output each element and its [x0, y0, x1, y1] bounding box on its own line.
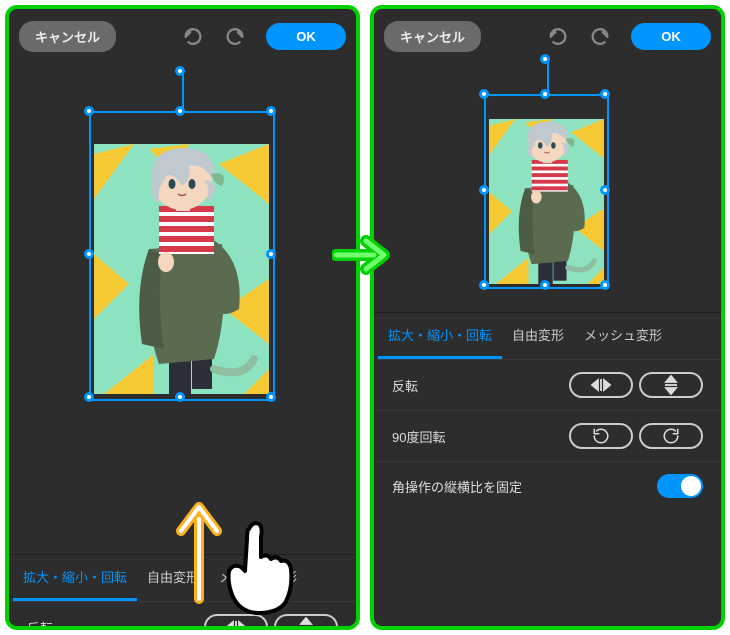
handle-top-right[interactable]: [266, 106, 276, 116]
flip-horizontal-button[interactable]: [569, 372, 633, 398]
rotate90-label: 90度回転: [392, 427, 445, 446]
tab-scale-rotate[interactable]: 拡大・縮小・回転: [378, 313, 502, 359]
flip-label: 反転: [392, 376, 418, 395]
canvas[interactable]: [374, 64, 721, 312]
tab-free-transform[interactable]: 自由変形: [502, 313, 574, 359]
rotate-handle[interactable]: [175, 66, 185, 76]
tabs: 拡大・縮小・回転 自由変形 メッシュ変形: [374, 313, 721, 359]
handle-top-right[interactable]: [600, 89, 610, 99]
canvas[interactable]: [9, 64, 356, 554]
handle-mid-right[interactable]: [266, 249, 276, 259]
handle-bottom-left[interactable]: [479, 280, 489, 290]
handle-bottom-center[interactable]: [175, 392, 185, 402]
rotate-ccw-button[interactable]: [569, 423, 633, 449]
ok-button[interactable]: OK: [631, 23, 711, 50]
topbar: キャンセル OK: [9, 9, 356, 64]
undo-icon[interactable]: [178, 19, 208, 54]
flip-row: 反転: [374, 359, 721, 410]
arrow-up-icon: [181, 507, 217, 599]
swipe-up-gesture-overlay: [159, 489, 309, 624]
ok-button[interactable]: OK: [266, 23, 346, 50]
lock-aspect-row: 角操作の縦横比を固定: [374, 461, 721, 510]
screen-before: キャンセル OK: [5, 5, 360, 630]
handle-mid-left[interactable]: [84, 249, 94, 259]
handle-mid-left[interactable]: [479, 185, 489, 195]
lock-aspect-toggle[interactable]: [657, 474, 703, 498]
pointer-hand-icon: [229, 523, 292, 613]
redo-icon[interactable]: [220, 19, 250, 54]
transform-panel: 拡大・縮小・回転 自由変形 メッシュ変形 反転 90度回転: [374, 312, 721, 510]
flip-label: 反転: [27, 618, 53, 631]
transform-selection[interactable]: [89, 111, 275, 401]
handle-bottom-left[interactable]: [84, 392, 94, 402]
rotate90-row: 90度回転: [374, 410, 721, 461]
handle-top-center[interactable]: [175, 106, 185, 116]
redo-icon[interactable]: [585, 19, 615, 54]
handle-bottom-center[interactable]: [540, 280, 550, 290]
arrow-right-icon: [332, 235, 392, 275]
rotate-cw-button[interactable]: [639, 423, 703, 449]
lock-aspect-label: 角操作の縦横比を固定: [392, 477, 522, 496]
undo-icon[interactable]: [543, 19, 573, 54]
handle-top-center[interactable]: [540, 89, 550, 99]
tab-scale-rotate[interactable]: 拡大・縮小・回転: [13, 555, 137, 601]
handle-mid-right[interactable]: [600, 185, 610, 195]
transform-selection[interactable]: [484, 94, 609, 289]
handle-top-left[interactable]: [84, 106, 94, 116]
rotate-handle[interactable]: [540, 54, 550, 64]
flip-vertical-button[interactable]: [639, 372, 703, 398]
tab-mesh[interactable]: メッシュ変形: [574, 313, 672, 359]
handle-bottom-right[interactable]: [266, 392, 276, 402]
handle-top-left[interactable]: [479, 89, 489, 99]
handle-bottom-right[interactable]: [600, 280, 610, 290]
cancel-button[interactable]: キャンセル: [384, 21, 481, 52]
cancel-button[interactable]: キャンセル: [19, 21, 116, 52]
screen-after: キャンセル OK: [370, 5, 725, 630]
